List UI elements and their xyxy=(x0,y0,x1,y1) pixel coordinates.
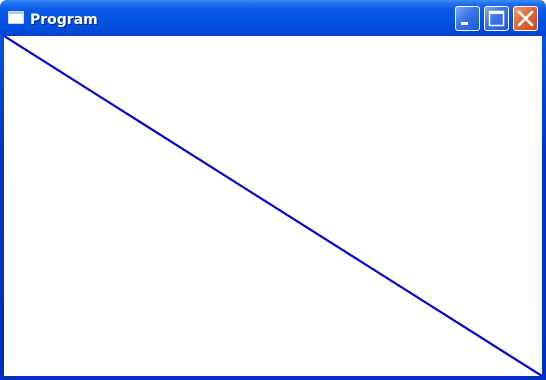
maximize-icon xyxy=(488,10,505,27)
drawing-canvas xyxy=(4,36,542,376)
minimize-icon xyxy=(461,22,468,25)
window-app-icon[interactable] xyxy=(8,11,24,24)
program-window: Program xyxy=(0,0,546,380)
close-button[interactable] xyxy=(513,6,538,31)
minimize-button[interactable] xyxy=(455,6,480,31)
diagonal-line xyxy=(4,36,542,376)
window-title: Program xyxy=(30,12,98,28)
close-icon xyxy=(517,10,534,27)
maximize-button[interactable] xyxy=(484,6,509,31)
client-area[interactable] xyxy=(4,36,542,376)
title-bar[interactable]: Program xyxy=(0,0,546,36)
